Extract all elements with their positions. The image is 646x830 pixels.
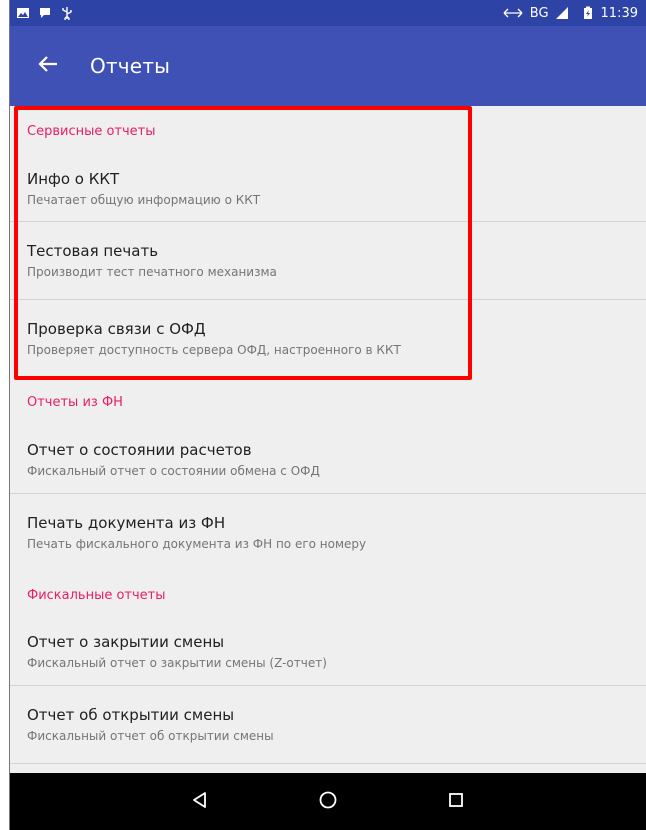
battery-icon bbox=[581, 6, 595, 20]
triangle-back-icon bbox=[191, 791, 209, 813]
list-item-print-fn-document[interactable]: Печать документа из ФН Печать фискальног… bbox=[10, 494, 646, 572]
list-item-kkt-info[interactable]: Инфо о ККТ Печатает общую информацию о К… bbox=[10, 156, 646, 222]
device-screen: BG 11:39 Отчеты Сервисные отчеты Инфо о … bbox=[10, 0, 646, 830]
square-recents-icon bbox=[447, 791, 465, 813]
network-label: BG bbox=[529, 5, 549, 21]
nav-back-button[interactable] bbox=[145, 773, 255, 830]
image-notification-icon bbox=[16, 6, 30, 20]
arrow-left-icon bbox=[37, 53, 59, 79]
list-item-subtitle: Печатает общую информацию о ККТ bbox=[27, 192, 261, 207]
list-item-title: Тестовая печать bbox=[27, 241, 159, 260]
app-toolbar: Отчеты bbox=[10, 26, 646, 106]
status-bar-notifications bbox=[16, 6, 74, 20]
list-item-ofd-check[interactable]: Проверка связи с ОФД Проверяет доступнос… bbox=[10, 300, 646, 378]
list-item-close-shift[interactable]: Отчет о закрытии смены Фискальный отчет … bbox=[10, 618, 646, 686]
list-item-settlement-status[interactable]: Отчет о состоянии расчетов Фискальный от… bbox=[10, 426, 646, 494]
settings-list: Сервисные отчеты Инфо о ККТ Печатает общ… bbox=[10, 106, 646, 773]
page-title: Отчеты bbox=[90, 54, 171, 78]
nav-home-button[interactable] bbox=[273, 773, 383, 830]
list-item-subtitle: Фискальный отчет об открытии смены bbox=[27, 728, 274, 743]
clock: 11:39 bbox=[600, 5, 638, 21]
signal-icon bbox=[555, 6, 569, 20]
list-item-title: Печать документа из ФН bbox=[27, 514, 226, 532]
chat-notification-icon bbox=[38, 6, 52, 20]
list-item-subtitle: Фискальный отчет о состоянии обмена с ОФ… bbox=[27, 463, 320, 478]
section-header-fiscal: Фискальные отчеты bbox=[27, 587, 166, 603]
list-item-subtitle: Печать фискального документа из ФН по ег… bbox=[27, 537, 367, 551]
circle-home-icon bbox=[318, 790, 338, 814]
list-item-test-print[interactable]: Тестовая печать Производит тест печатног… bbox=[10, 222, 646, 300]
nav-recents-button[interactable] bbox=[401, 773, 511, 830]
data-transfer-icon bbox=[502, 6, 524, 20]
section-header-service: Сервисные отчеты bbox=[27, 123, 156, 139]
system-nav-bar bbox=[10, 773, 646, 830]
list-item-open-shift[interactable]: Отчет об открытии смены Фискальный отчет… bbox=[10, 686, 646, 764]
list-item-title: Инфо о ККТ bbox=[27, 169, 120, 188]
list-item-title: Отчет об открытии смены bbox=[27, 705, 235, 724]
list-item-title: Отчет о закрытии смены bbox=[27, 632, 225, 651]
section-header-fn: Отчеты из ФН bbox=[27, 394, 123, 410]
list-item-title: Проверка связи с ОФД bbox=[27, 320, 206, 338]
list-item-subtitle: Фискальный отчет о закрытии смены (Z-отч… bbox=[27, 655, 327, 670]
status-bar-system: BG 11:39 bbox=[502, 6, 638, 21]
list-item-subtitle: Проверяет доступность сервера ОФД, настр… bbox=[27, 343, 401, 357]
list-item-title: Отчет о состоянии расчетов bbox=[27, 440, 252, 459]
usb-icon bbox=[60, 6, 74, 20]
back-button[interactable] bbox=[20, 38, 76, 94]
list-item-subtitle: Производит тест печатного механизма bbox=[27, 264, 277, 279]
status-bar: BG 11:39 bbox=[10, 0, 646, 26]
